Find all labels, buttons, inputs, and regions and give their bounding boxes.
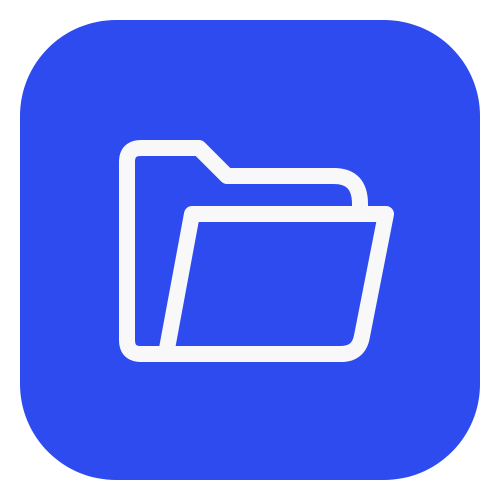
folder-back-shape xyxy=(119,140,368,362)
folder-front-flap xyxy=(133,206,394,362)
folder-open-icon xyxy=(119,140,394,362)
folder-app-icon[interactable] xyxy=(20,20,480,480)
icon-canvas xyxy=(0,0,500,500)
